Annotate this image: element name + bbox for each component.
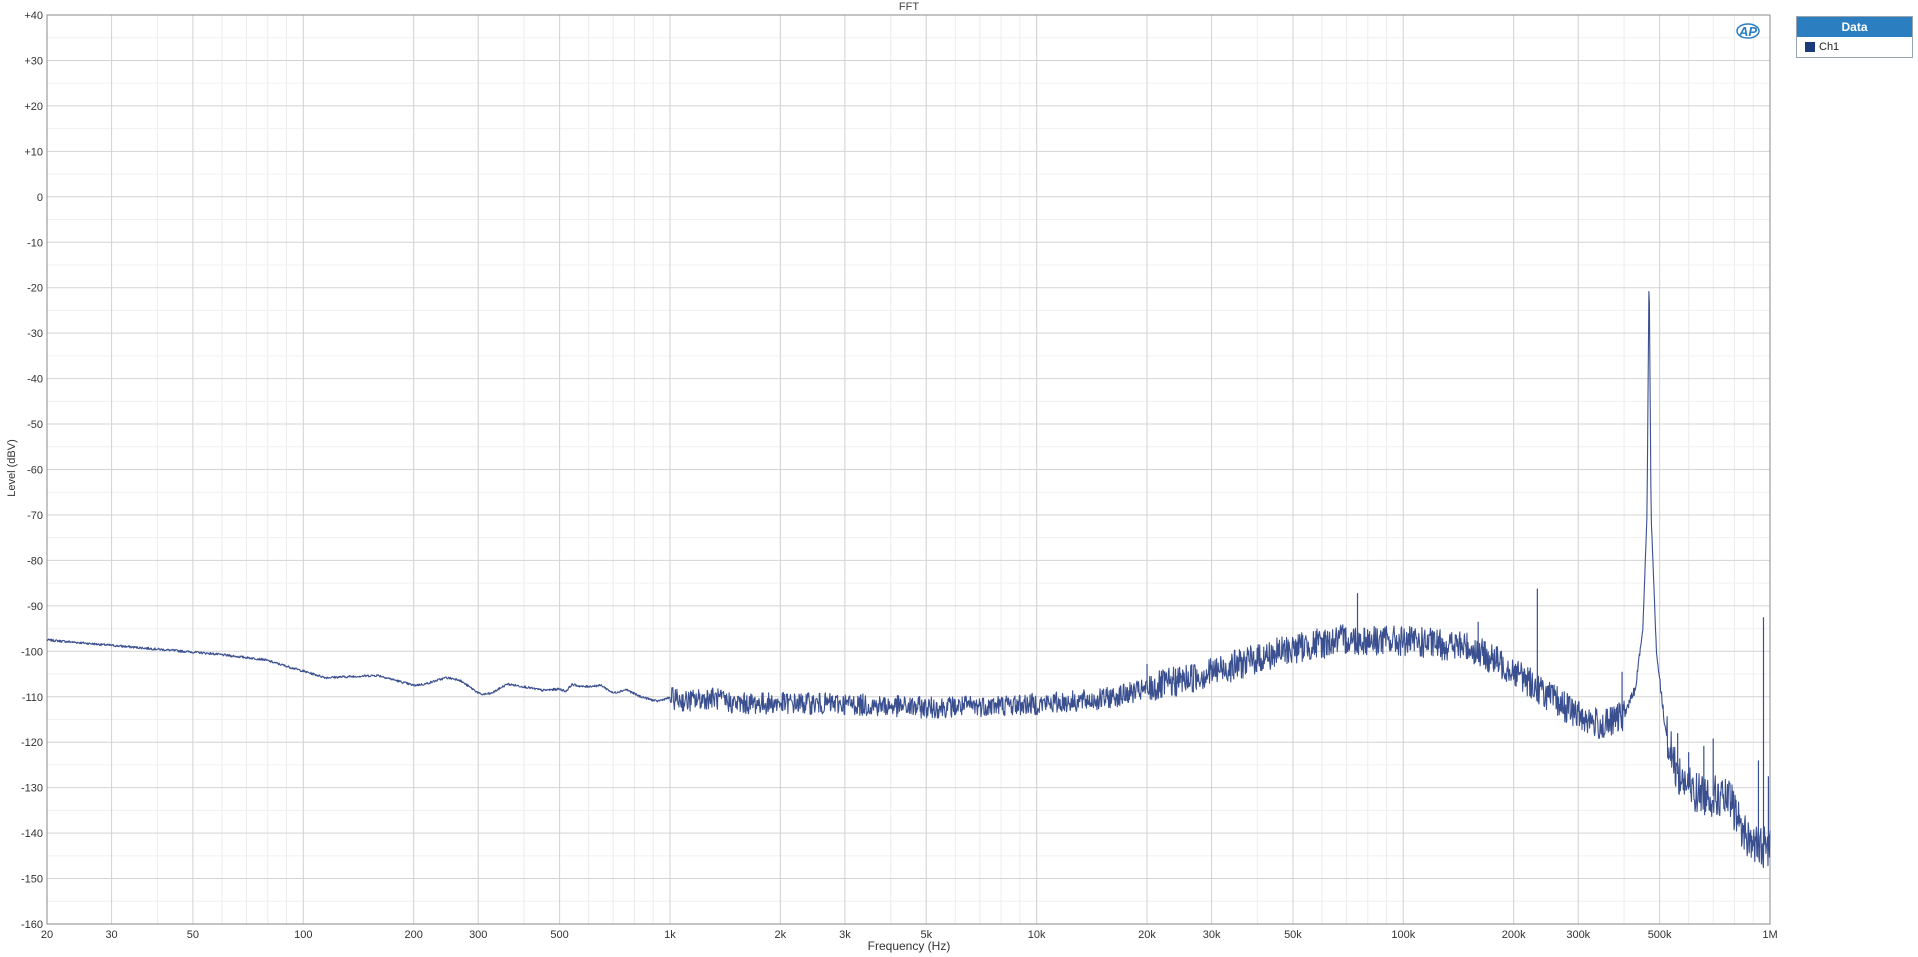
- ch1-trace: [46, 290, 1771, 869]
- major-grid: [46, 14, 1771, 925]
- x-tick-label: 20: [41, 929, 53, 941]
- chart-title: FFT: [899, 1, 919, 13]
- ap-logo-icon: AP: [1736, 23, 1760, 39]
- x-tick-label: 100: [294, 929, 312, 941]
- y-tick-label: -130: [21, 783, 43, 795]
- y-tick-label: -10: [27, 237, 43, 249]
- x-tick-label: 30k: [1203, 929, 1221, 941]
- x-tick-label: 30: [105, 929, 117, 941]
- y-tick-labels: +40 +30 +20 +10 0 -10 -20 -30 -40 -50 -60 -70 -80 -90…: [21, 10, 43, 931]
- y-tick-label: -70: [27, 510, 43, 522]
- legend-swatch: [1805, 42, 1815, 52]
- y-tick-label: -20: [27, 283, 43, 295]
- y-tick-label: -110: [22, 692, 43, 704]
- y-tick-label: -100: [21, 646, 43, 658]
- y-tick-label: +40: [24, 10, 43, 22]
- y-tick-label: -120: [21, 737, 43, 749]
- y-tick-label: -60: [27, 465, 43, 477]
- x-tick-label: 300: [469, 929, 487, 941]
- x-tick-label: 500k: [1648, 929, 1672, 941]
- x-tick-label: 500: [550, 929, 568, 941]
- y-tick-label: -40: [27, 374, 43, 386]
- trace-group: [46, 290, 1771, 869]
- legend-item-label: Ch1: [1819, 41, 1840, 53]
- x-tick-label: 20k: [1138, 929, 1156, 941]
- y-tick-label: +30: [24, 55, 43, 67]
- x-tick-label: 200k: [1502, 929, 1526, 941]
- x-tick-label: 2k: [775, 929, 787, 941]
- y-tick-label: 0: [37, 192, 43, 204]
- x-tick-label: 50: [187, 929, 199, 941]
- y-tick-label: -160: [21, 919, 43, 931]
- y-tick-label: -30: [27, 328, 43, 340]
- y-tick-label: -140: [21, 828, 43, 840]
- legend-panel: Data Ch1: [1796, 16, 1913, 58]
- y-axis-label: Level (dBV): [6, 439, 18, 496]
- legend-title: Data: [1797, 17, 1912, 37]
- y-tick-label: -150: [21, 874, 43, 886]
- x-tick-label: 100k: [1391, 929, 1415, 941]
- x-tick-label: 200: [404, 929, 422, 941]
- x-tick-label: 1k: [664, 929, 676, 941]
- y-tick-label: -90: [27, 601, 43, 613]
- x-tick-label: 50k: [1284, 929, 1302, 941]
- ap-logo-text: AP: [1738, 24, 1757, 39]
- x-tick-label: 300k: [1566, 929, 1590, 941]
- legend-item-ch1[interactable]: Ch1: [1797, 37, 1912, 57]
- x-tick-label: 3k: [839, 929, 851, 941]
- x-tick-label: 1M: [1762, 929, 1777, 941]
- y-tick-label: -50: [27, 419, 43, 431]
- y-tick-label: +20: [24, 101, 43, 113]
- x-axis-label: Frequency (Hz): [868, 939, 951, 953]
- y-tick-label: -80: [27, 555, 43, 567]
- y-tick-label: +10: [24, 146, 43, 158]
- x-tick-label: 10k: [1028, 929, 1046, 941]
- fft-chart: +40 +30 +20 +10 0 -10 -20 -30 -40 -50 -60 -70 -80 -90…: [6, 1, 1778, 953]
